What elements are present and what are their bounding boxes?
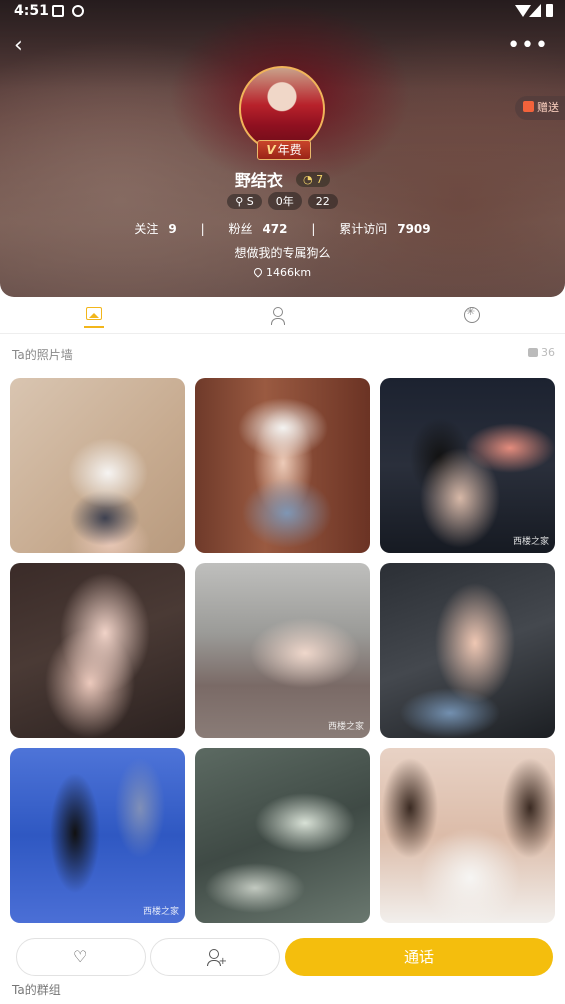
photo-thumbnail[interactable] xyxy=(380,563,555,738)
user-bio: 想做我的专属狗么 xyxy=(234,246,331,260)
years-tag: 0年 xyxy=(267,192,302,210)
active-tab-indicator xyxy=(84,326,104,328)
avatar-container[interactable]: V 年费 xyxy=(239,66,325,160)
tab-photos[interactable] xyxy=(82,305,106,329)
fans-stat[interactable]: 粉丝 472 xyxy=(228,222,287,236)
fans-label: 粉丝 xyxy=(228,222,253,236)
heart-plus-icon: ♡ xyxy=(73,947,88,966)
vip-label: 年费 xyxy=(277,143,302,157)
status-time: 4:51 xyxy=(14,3,49,19)
distance-row: 1466km xyxy=(0,266,565,279)
following-label: 关注 xyxy=(134,222,159,236)
gender-tag-label: S xyxy=(246,195,254,208)
signal-icon xyxy=(529,4,541,17)
gender-tag: ⚲ S xyxy=(227,194,262,209)
groups-title: Ta的群组 xyxy=(12,983,61,997)
photo-thumbnail[interactable]: 西楼之家 xyxy=(195,563,370,738)
distance-value: 1466km xyxy=(265,266,312,279)
user-name: 野结衣 xyxy=(234,171,283,190)
action-bar: ♡ + 通话 xyxy=(0,936,565,980)
level-badge: ◔ 7 xyxy=(296,171,331,187)
photo-thumbnail[interactable]: 西楼之家 xyxy=(10,748,185,923)
status-bar: 4:51 xyxy=(0,0,565,24)
watermark: 西楼之家 xyxy=(327,722,364,732)
name-row: 野结衣 ◔ 7 xyxy=(0,167,565,191)
photo-grid: 西楼之家 西楼之家 西楼之家 xyxy=(10,378,555,923)
likes-count: 36 xyxy=(541,346,555,359)
stats-row: 关注 9 | 粉丝 472 | 累计访问 7909 xyxy=(0,220,565,237)
age-tag: 22 xyxy=(307,194,338,209)
following-value: 9 xyxy=(168,222,177,236)
photo-wall-likes[interactable]: 36 xyxy=(528,346,555,359)
watermark: 西楼之家 xyxy=(512,537,549,547)
location-pin-icon xyxy=(252,266,264,278)
photo-thumbnail[interactable] xyxy=(195,378,370,553)
battery-icon xyxy=(546,4,553,17)
visits-stat: 累计访问 7909 xyxy=(339,222,430,236)
photo-thumbnail[interactable] xyxy=(380,748,555,923)
tags-row: ⚲ S 0年 22 xyxy=(0,192,565,210)
level-value: 7 xyxy=(316,172,324,186)
moments-icon xyxy=(464,305,480,323)
notification-icon xyxy=(52,5,64,17)
photos-icon xyxy=(86,307,102,320)
profile-tabs xyxy=(0,297,565,334)
following-stat[interactable]: 关注 9 xyxy=(134,222,176,236)
stat-separator: | xyxy=(311,222,316,236)
back-button[interactable]: ‹ xyxy=(14,35,34,57)
shield-icon xyxy=(72,5,84,17)
photo-wall-title: Ta的照片墙 xyxy=(12,348,73,362)
fans-value: 472 xyxy=(262,222,288,236)
visits-label: 累计访问 xyxy=(339,222,388,236)
stat-separator: | xyxy=(200,222,205,236)
gift-icon xyxy=(523,101,534,112)
watermark: 西楼之家 xyxy=(142,907,179,917)
photo-thumbnail[interactable]: 西楼之家 xyxy=(380,378,555,553)
thumbs-up-icon xyxy=(528,348,538,357)
profile-icon xyxy=(270,307,294,325)
tab-profile[interactable] xyxy=(270,305,294,329)
follow-button[interactable]: + xyxy=(150,938,280,976)
photo-wall-header: Ta的照片墙 36 xyxy=(12,346,555,363)
photo-thumbnail[interactable] xyxy=(195,748,370,923)
vip-icon: V xyxy=(266,143,276,157)
photo-thumbnail[interactable] xyxy=(10,563,185,738)
user-add-icon: + xyxy=(207,949,227,967)
gift-label: 赠送 xyxy=(537,101,559,114)
vip-badge: V 年费 xyxy=(257,140,311,160)
gift-button[interactable]: 赠送 xyxy=(515,96,565,120)
visits-value: 7909 xyxy=(397,222,431,236)
call-button[interactable]: 通话 xyxy=(285,938,553,976)
tab-moments[interactable] xyxy=(460,305,484,329)
photo-thumbnail[interactable] xyxy=(10,378,185,553)
favorite-button[interactable]: ♡ xyxy=(16,938,146,976)
more-options-icon[interactable]: ••• xyxy=(507,35,549,57)
